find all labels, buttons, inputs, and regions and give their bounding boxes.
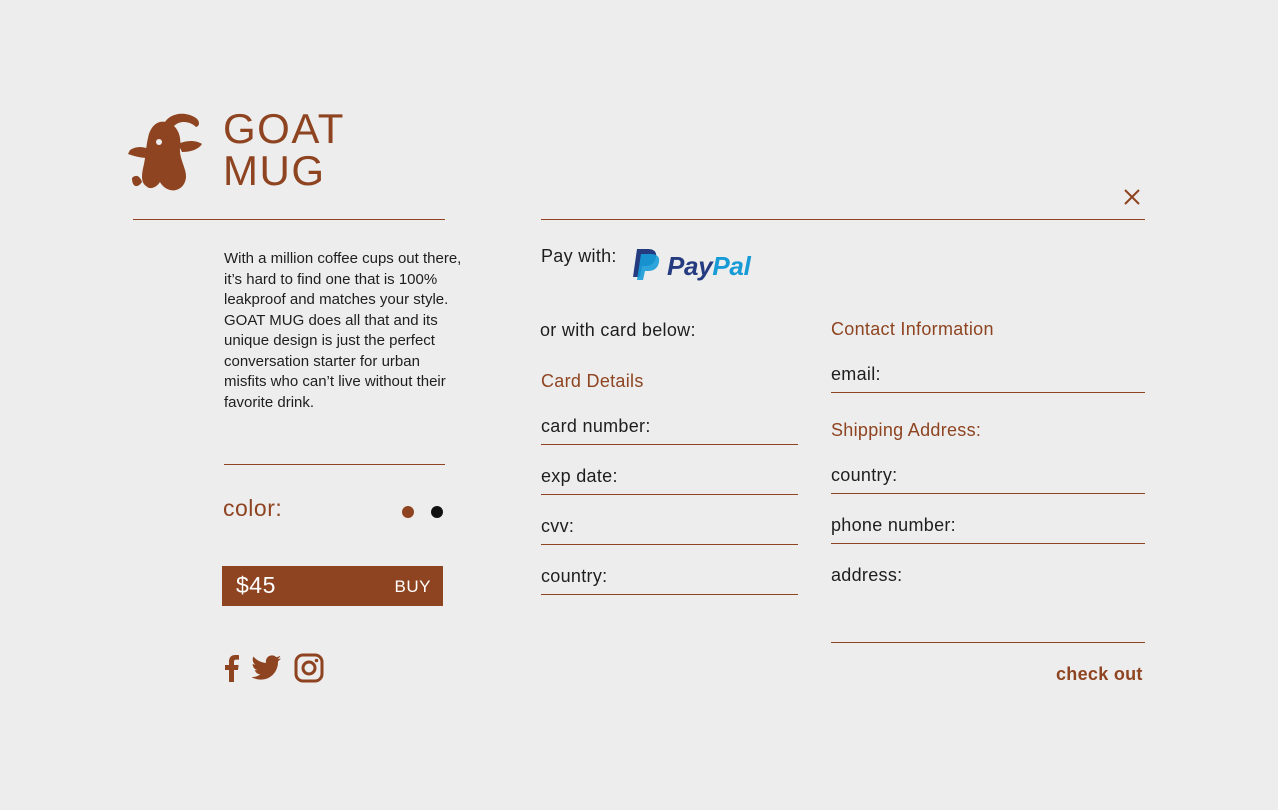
check-out-button[interactable]: check out [1056,664,1143,685]
or-card-label: or with card below: [540,320,696,340]
phone-number-label: phone number: [831,515,956,535]
address-label: address: [831,565,903,585]
price: $45 [236,572,276,598]
card-details-title: Card Details [541,371,644,391]
email-label: email: [831,364,881,384]
card-number-label: card number: [541,416,651,436]
cvv-label: cvv: [541,516,575,536]
twitter-icon[interactable] [251,655,282,681]
description-divider [224,464,445,465]
email-field[interactable]: email: [831,364,1145,393]
color-swatch-brown[interactable] [402,506,414,518]
card-country-field[interactable]: country: [541,566,798,595]
right-divider [541,219,1145,220]
shipping-country-field[interactable]: country: [831,465,1145,494]
buy-button[interactable]: $45 BUY [222,566,443,606]
pay-with-label: Pay with: [541,246,617,266]
buy-label: BUY [394,577,431,596]
brand-line-2: MUG [223,147,326,194]
brand-name: GOAT MUG [223,108,345,192]
instagram-icon[interactable] [294,653,324,683]
close-icon[interactable] [1122,185,1142,207]
cvv-field[interactable]: cvv: [541,516,798,545]
contact-info-title: Contact Information [831,319,994,339]
phone-number-field[interactable]: phone number: [831,515,1145,544]
card-number-field[interactable]: card number: [541,416,798,445]
paypal-word-pal: Pal [712,251,751,281]
exp-date-field[interactable]: exp date: [541,466,798,495]
address-field[interactable]: address: [831,565,1145,643]
paypal-wordmark: PayPal [667,251,751,282]
shipping-address-title: Shipping Address: [831,420,982,440]
card-country-label: country: [541,566,608,586]
goat-head-icon [126,112,202,192]
paypal-word-pay: Pay [667,251,713,281]
shipping-country-label: country: [831,465,898,485]
color-label: color: [223,495,283,521]
exp-date-label: exp date: [541,466,618,486]
color-swatch-black[interactable] [431,506,443,518]
paypal-icon [633,249,660,280]
product-description: With a million coffee cups out there, it… [224,250,462,411]
left-divider [133,219,445,220]
brand-line-1: GOAT [223,105,345,152]
facebook-icon[interactable] [224,654,240,682]
